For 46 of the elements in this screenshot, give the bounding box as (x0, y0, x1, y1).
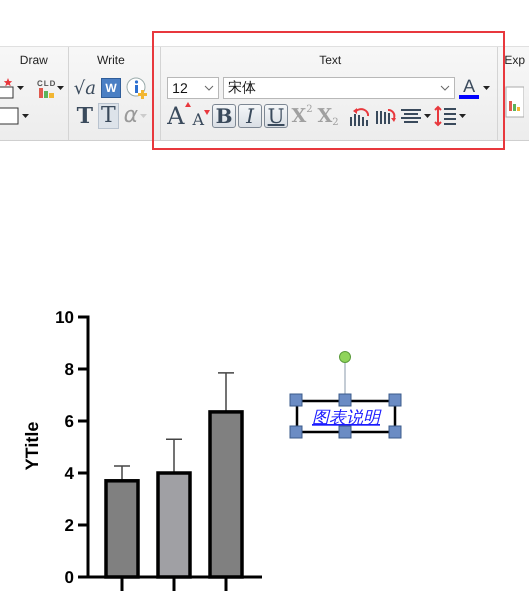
font-name-dropdown[interactable]: 宋体 (223, 77, 456, 99)
bold-button[interactable]: B (212, 104, 236, 128)
font-size-dropdown[interactable]: 12 (167, 77, 220, 99)
star-shape-icon[interactable] (0, 77, 16, 99)
chevron-icon[interactable] (440, 85, 450, 91)
tick-label: 6 (64, 412, 74, 431)
error-bar (165, 438, 183, 474)
chart-export-icon[interactable] (504, 85, 524, 119)
group-title: Text (318, 52, 342, 69)
italic-button[interactable]: I (238, 104, 262, 128)
tick-label: 8 (64, 360, 74, 379)
shrink-font-button[interactable]: A (192, 110, 210, 128)
axis-title: YTitle (22, 422, 42, 470)
caret-icon[interactable] (17, 86, 24, 90)
text-frame-button[interactable]: T (98, 103, 119, 129)
tick-label: 4 (64, 464, 74, 483)
equation-button[interactable]: √a (74, 78, 96, 98)
triangle-icon (184, 102, 190, 107)
caret-icon[interactable] (22, 114, 29, 118)
error-bar (113, 465, 131, 482)
align-icon[interactable] (400, 107, 422, 125)
caret-icon[interactable] (57, 86, 64, 90)
rotation-handle[interactable] (339, 351, 351, 363)
font-color-button[interactable]: A (459, 78, 480, 98)
info-icon[interactable] (126, 77, 148, 99)
group-title: Write (97, 52, 125, 69)
caret-icon[interactable] (483, 86, 490, 90)
tick-label: 10 (55, 308, 74, 327)
caret-icon[interactable] (424, 114, 432, 118)
group-title: Exp (504, 52, 525, 69)
triangle-icon (204, 110, 210, 114)
selection-handles-drawing[interactable] (290, 394, 402, 438)
underline-button[interactable]: U (264, 104, 288, 128)
rotation-line (344, 362, 346, 396)
tick-label: 0 (64, 568, 74, 587)
group-title: Draw (18, 52, 49, 69)
error-bar (217, 372, 235, 413)
caret-icon[interactable] (459, 114, 466, 118)
line-spacing-icon[interactable] (433, 105, 458, 127)
word-button[interactable]: W (101, 78, 121, 98)
grow-font-button[interactable]: A (167, 102, 190, 130)
tick-label: 2 (64, 516, 74, 535)
legend-box[interactable] (296, 400, 396, 434)
legend-text[interactable]: 图表说明 (312, 408, 380, 427)
text-tool-button[interactable]: T (74, 103, 95, 129)
chevron-icon[interactable] (204, 85, 214, 91)
